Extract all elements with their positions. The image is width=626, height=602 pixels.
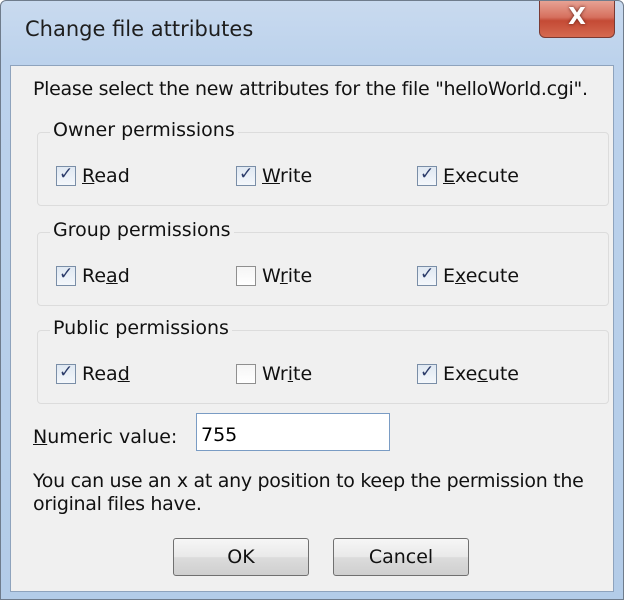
group-title: Group permissions: [50, 219, 234, 241]
owner-write-checkbox[interactable]: ✓ Write: [236, 163, 312, 189]
owner-execute-checkbox[interactable]: ✓ Execute: [417, 163, 519, 189]
owner-permissions-group: Owner permissions ✓ Read ✓ Write ✓ Execu…: [37, 119, 609, 206]
checkbox-box[interactable]: ✓: [417, 362, 437, 384]
checkbox-label: Execute: [443, 363, 519, 385]
numeric-value-input[interactable]: [196, 413, 390, 451]
public-execute-checkbox[interactable]: ✓ Execute: [417, 361, 519, 387]
checkbox-label: Write: [262, 165, 313, 187]
checkbox-label: Read: [82, 363, 130, 385]
checkmark-icon: ✓: [59, 362, 74, 382]
checkbox-label: Execute: [443, 165, 519, 187]
checkbox-label: Read: [82, 265, 130, 287]
checkbox-box[interactable]: ✓: [417, 164, 437, 186]
dialog-window: Change file attributes X Please select t…: [0, 0, 624, 600]
checkbox-label: Write: [262, 363, 313, 385]
public-write-checkbox[interactable]: Write: [236, 361, 312, 387]
ok-button[interactable]: OK: [173, 538, 309, 576]
checkmark-icon: ✓: [420, 264, 435, 284]
checkmark-icon: ✓: [420, 164, 435, 184]
checkbox-box[interactable]: ✓: [236, 164, 256, 186]
public-read-checkbox[interactable]: ✓ Read: [56, 361, 130, 387]
checkmark-icon: ✓: [239, 164, 254, 184]
public-permissions-group: Public permissions ✓ Read Write ✓ Execut…: [37, 317, 609, 404]
group-title: Owner permissions: [50, 119, 238, 141]
group-permissions-group: Group permissions ✓ Read Write ✓ Execute: [37, 219, 609, 306]
window-title: Change file attributes: [25, 17, 254, 41]
checkbox-box[interactable]: ✓: [56, 164, 76, 186]
owner-read-checkbox[interactable]: ✓ Read: [56, 163, 130, 189]
checkmark-icon: ✓: [59, 164, 74, 184]
hint-text: You can use an x at any position to keep…: [33, 470, 584, 515]
checkmark-icon: ✓: [59, 264, 74, 284]
group-title: Public permissions: [50, 317, 232, 339]
title-bar[interactable]: Change file attributes X: [1, 1, 623, 65]
checkbox-box[interactable]: ✓: [56, 264, 76, 286]
checkmark-icon: ✓: [420, 362, 435, 382]
numeric-value-label: Numeric value:: [33, 426, 178, 448]
checkbox-box[interactable]: ✓: [56, 362, 76, 384]
group-execute-checkbox[interactable]: ✓ Execute: [417, 263, 519, 289]
checkbox-box[interactable]: ✓: [417, 264, 437, 286]
group-read-checkbox[interactable]: ✓ Read: [56, 263, 130, 289]
checkbox-label: Write: [262, 265, 313, 287]
dialog-client-area: Please select the new attributes for the…: [10, 65, 614, 592]
checkbox-box[interactable]: [236, 266, 256, 286]
intro-text: Please select the new attributes for the…: [33, 78, 588, 100]
checkbox-box[interactable]: [236, 364, 256, 384]
cancel-button[interactable]: Cancel: [333, 538, 469, 576]
checkbox-label: Read: [82, 165, 130, 187]
checkbox-label: Execute: [443, 265, 520, 287]
group-write-checkbox[interactable]: Write: [236, 263, 312, 289]
close-icon: X: [568, 4, 586, 30]
close-button[interactable]: X: [539, 1, 615, 38]
